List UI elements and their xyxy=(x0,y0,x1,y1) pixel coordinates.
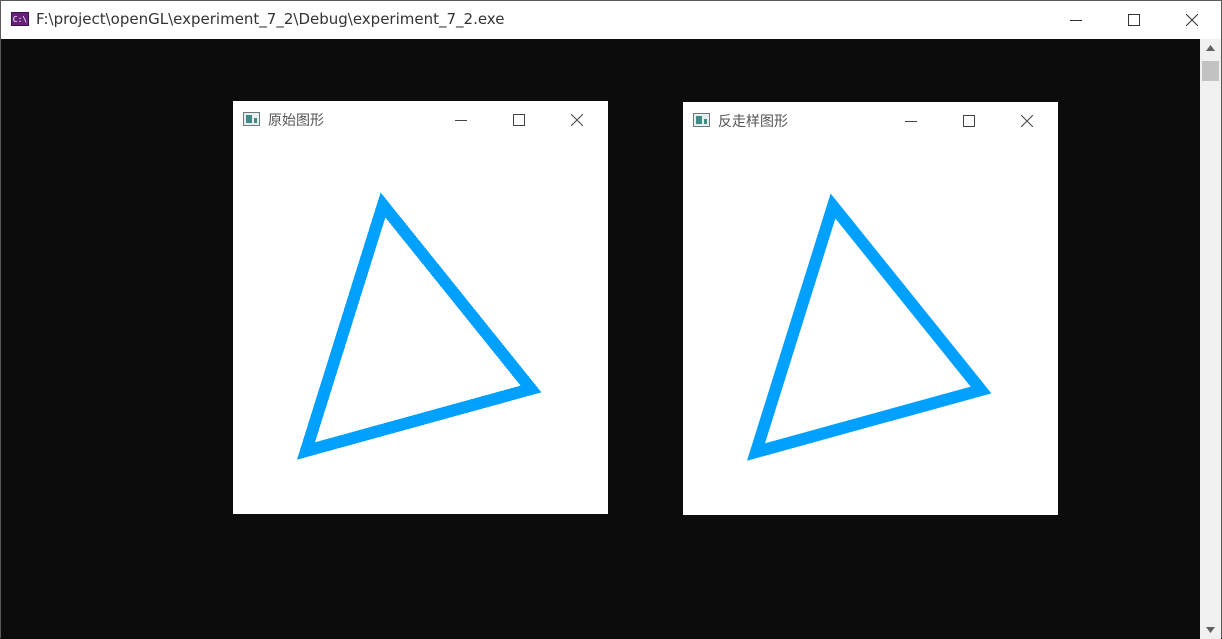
minimize-button[interactable] xyxy=(1047,1,1105,39)
glut-window-original[interactable]: 原始图形 xyxy=(233,101,608,514)
console-window-title: F:\project\openGL\experiment_7_2\Debug\e… xyxy=(36,10,505,28)
console-app-icon[interactable]: C:\ xyxy=(11,12,29,26)
scroll-up-button[interactable] xyxy=(1200,39,1221,57)
glut-window-titlebar[interactable]: 原始图形 xyxy=(233,101,608,139)
gl-canvas-antialiased[interactable] xyxy=(683,140,1058,515)
glut-window-title: 反走样图形 xyxy=(718,114,788,130)
maximize-icon xyxy=(963,115,975,127)
scrollbar-thumb[interactable] xyxy=(1202,61,1219,81)
close-icon xyxy=(571,114,583,126)
minimize-button[interactable] xyxy=(897,108,925,134)
chevron-down-icon xyxy=(1206,627,1215,633)
glut-window-icon[interactable] xyxy=(243,112,260,126)
triangle-outline-aliased xyxy=(296,192,542,460)
minimize-icon xyxy=(905,121,917,122)
glut-window-antialiased[interactable]: 反走样图形 xyxy=(683,102,1058,515)
gl-canvas-original[interactable] xyxy=(233,139,608,514)
minimize-button[interactable] xyxy=(447,107,475,133)
minimize-icon xyxy=(1070,20,1082,21)
maximize-icon xyxy=(513,114,525,126)
chevron-up-icon xyxy=(1206,45,1215,51)
glut-window-titlebar[interactable]: 反走样图形 xyxy=(683,102,1058,140)
maximize-button[interactable] xyxy=(1105,1,1163,39)
close-icon xyxy=(1021,115,1033,127)
close-icon xyxy=(1186,14,1198,26)
console-titlebar[interactable]: C:\ F:\project\openGL\experiment_7_2\Deb… xyxy=(1,1,1221,39)
maximize-icon xyxy=(1128,14,1140,26)
close-button[interactable] xyxy=(563,107,591,133)
close-button[interactable] xyxy=(1163,1,1221,39)
close-button[interactable] xyxy=(1013,108,1041,134)
maximize-button[interactable] xyxy=(955,108,983,134)
minimize-icon xyxy=(455,120,467,121)
glut-window-title: 原始图形 xyxy=(268,113,324,129)
console-window: C:\ F:\project\openGL\experiment_7_2\Deb… xyxy=(0,0,1222,639)
maximize-button[interactable] xyxy=(505,107,533,133)
scroll-down-button[interactable] xyxy=(1200,621,1221,639)
vertical-scrollbar[interactable] xyxy=(1200,39,1221,639)
glut-window-icon[interactable] xyxy=(693,113,710,127)
triangle-outline-antialiased xyxy=(746,193,992,461)
